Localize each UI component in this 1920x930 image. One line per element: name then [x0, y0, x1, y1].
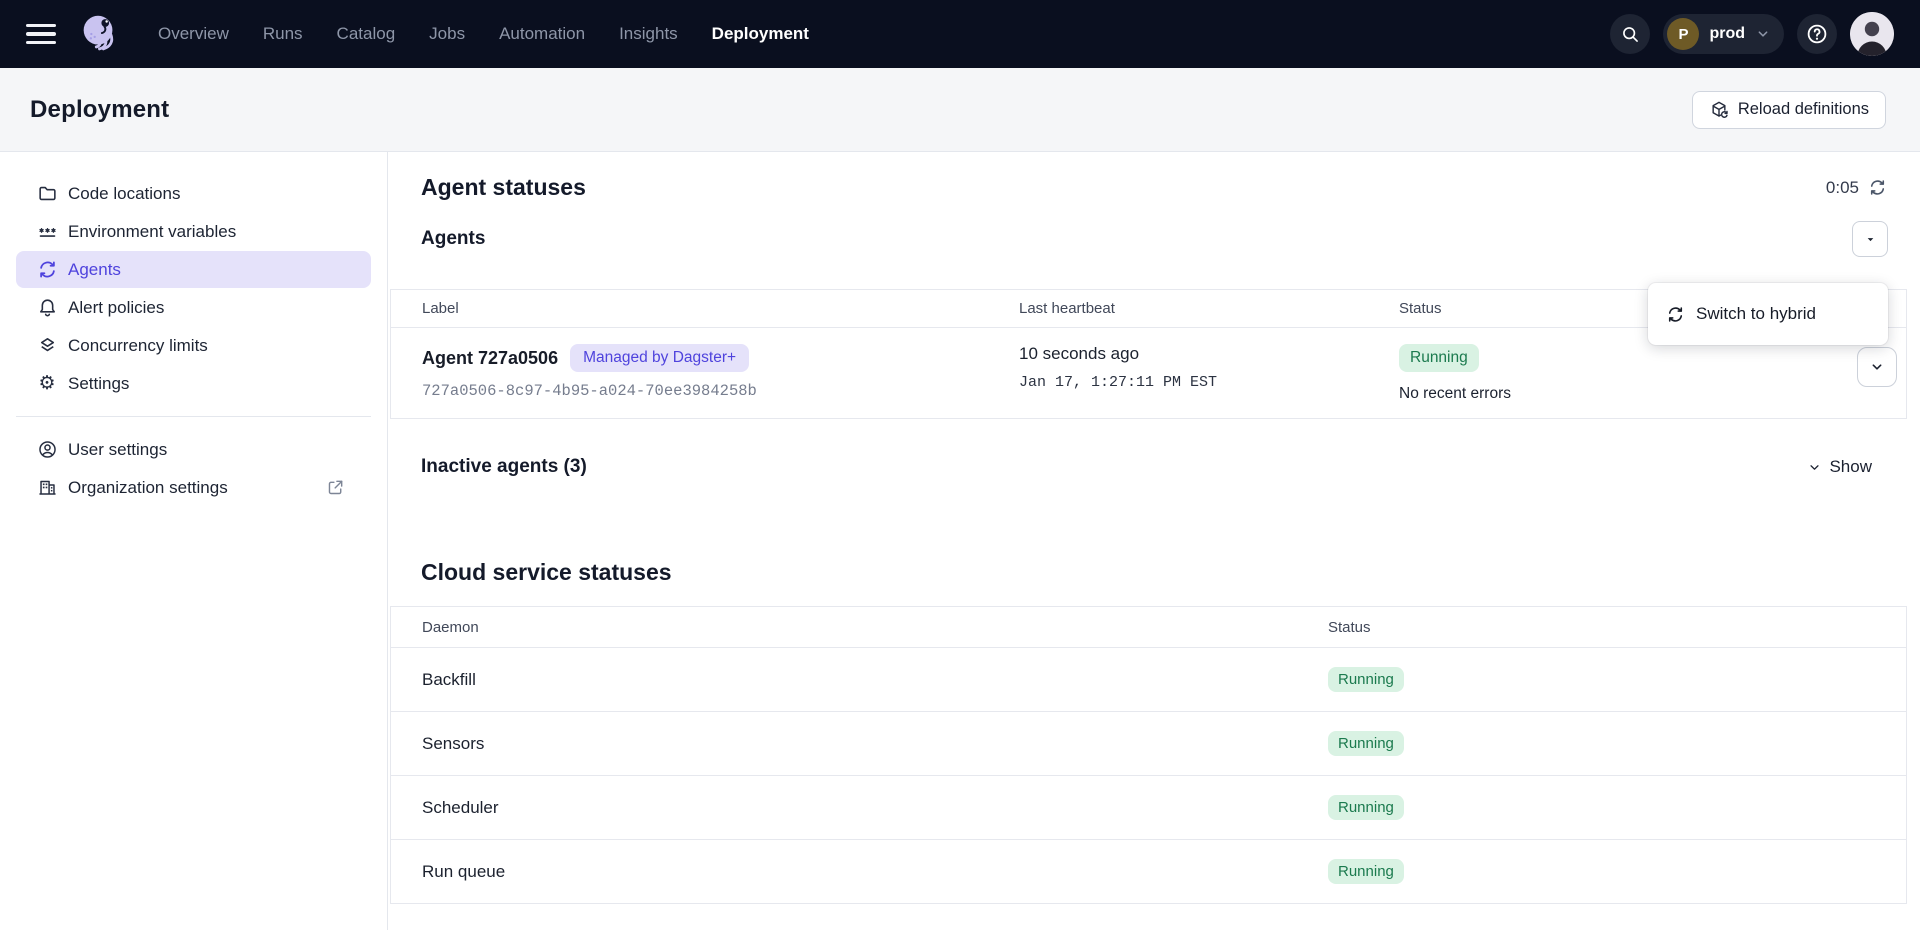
nav-link-automation[interactable]: Automation	[499, 24, 585, 44]
sidebar-divider	[16, 416, 371, 417]
agent-name: Agent 727a0506	[422, 348, 558, 369]
layers-icon	[36, 335, 58, 356]
column-header-label: Label	[391, 290, 1003, 327]
agents-subheader: Agents	[421, 217, 1907, 261]
main-content: Agent statuses 0:05 Agents	[388, 152, 1920, 930]
agent-statuses-title: Agent statuses	[421, 174, 586, 201]
column-header-daemon: Daemon	[391, 607, 1312, 647]
agent-swap-icon	[36, 259, 58, 280]
inactive-agents-row: Inactive agents (3) Show	[421, 447, 1907, 487]
sidebar-item-label: Settings	[68, 374, 129, 394]
top-nav: Overview Runs Catalog Jobs Automation In…	[0, 0, 1920, 68]
status-badge: Running	[1328, 731, 1404, 756]
cloud-services-table: Daemon Status Backfill Running Sensors R…	[390, 606, 1907, 904]
daemon-row-backfill: Backfill Running	[391, 647, 1906, 711]
nav-link-jobs[interactable]: Jobs	[429, 24, 465, 44]
inactive-agents-show-toggle[interactable]: Show	[1807, 457, 1872, 477]
agent-id: 727a0506-8c97-4b95-a024-70ee3984258b	[422, 382, 987, 418]
help-icon	[1805, 22, 1829, 46]
sidebar-item-organization-settings[interactable]: Organization settings	[16, 469, 371, 506]
building-icon	[36, 477, 58, 498]
sidebar-item-code-locations[interactable]: Code locations	[16, 175, 371, 212]
sidebar-item-label: Concurrency limits	[68, 336, 208, 356]
reload-definitions-button[interactable]: Reload definitions	[1692, 91, 1886, 129]
sidebar-item-label: Alert policies	[68, 298, 164, 318]
sidebar-item-settings[interactable]: ⚙ Settings	[16, 365, 371, 402]
user-avatar[interactable]	[1850, 12, 1894, 56]
primary-nav: Overview Runs Catalog Jobs Automation In…	[158, 24, 809, 44]
sidebar-item-concurrency-limits[interactable]: Concurrency limits	[16, 327, 371, 364]
sidebar-item-label: Agents	[68, 260, 121, 280]
column-header-last-heartbeat: Last heartbeat	[1003, 290, 1383, 327]
status-badge: Running	[1399, 344, 1479, 372]
chevron-down-icon	[1869, 359, 1885, 375]
status-badge: Running	[1328, 667, 1404, 692]
daemon-name: Sensors	[391, 712, 1312, 775]
status-badge: Running	[1328, 859, 1404, 884]
env-vars-icon	[36, 221, 58, 242]
bell-icon	[36, 297, 58, 318]
refresh-icon[interactable]	[1868, 178, 1887, 197]
settings-sidebar: Code locations Environment variables	[0, 152, 388, 930]
sidebar-item-agents[interactable]: Agents	[16, 251, 371, 288]
show-label: Show	[1829, 457, 1872, 477]
help-button[interactable]	[1797, 14, 1837, 54]
daemon-row-sensors: Sensors Running	[391, 711, 1906, 775]
nav-link-insights[interactable]: Insights	[619, 24, 678, 44]
sidebar-item-label: Code locations	[68, 184, 180, 204]
user-icon	[36, 439, 58, 460]
agent-swap-icon	[1666, 305, 1685, 324]
agent-statuses-header: Agent statuses 0:05	[421, 174, 1907, 201]
managed-badge: Managed by Dagster+	[570, 344, 749, 372]
heartbeat-timestamp: Jan 17, 1:27:11 PM EST	[1019, 374, 1367, 391]
caret-down-icon	[1864, 233, 1877, 246]
agent-row-expand-button[interactable]	[1857, 347, 1897, 387]
inactive-agents-label: Inactive agents (3)	[421, 456, 587, 478]
sidebar-item-alert-policies[interactable]: Alert policies	[16, 289, 371, 326]
status-note: No recent errors	[1399, 385, 1511, 403]
agent-actions-dropdown-button[interactable]	[1852, 221, 1888, 257]
menu-item-label: Switch to hybrid	[1696, 304, 1816, 324]
daemon-name: Backfill	[391, 648, 1312, 711]
sidebar-item-environment-variables[interactable]: Environment variables	[16, 213, 371, 250]
cloud-table-header: Daemon Status	[391, 607, 1906, 647]
deployment-switcher[interactable]: P prod	[1663, 14, 1784, 54]
deployment-name: prod	[1709, 25, 1745, 43]
folder-icon	[36, 183, 58, 204]
sidebar-item-label: Environment variables	[68, 222, 236, 242]
search-button[interactable]	[1610, 14, 1650, 54]
menu-item-switch-to-hybrid[interactable]: Switch to hybrid	[1648, 293, 1888, 335]
reload-definitions-label: Reload definitions	[1738, 100, 1869, 119]
daemon-row-scheduler: Scheduler Running	[391, 775, 1906, 839]
nav-right-cluster: P prod	[1610, 12, 1894, 56]
chevron-down-icon	[1807, 460, 1822, 475]
nav-link-overview[interactable]: Overview	[158, 24, 229, 44]
search-icon	[1620, 24, 1640, 44]
chevron-down-icon	[1755, 26, 1771, 42]
deployment-avatar: P	[1667, 18, 1699, 50]
status-badge: Running	[1328, 795, 1404, 820]
cloud-service-statuses-title: Cloud service statuses	[421, 559, 1907, 586]
nav-link-runs[interactable]: Runs	[263, 24, 303, 44]
sidebar-item-user-settings[interactable]: User settings	[16, 431, 371, 468]
package-reload-icon	[1709, 100, 1729, 120]
page-title: Deployment	[30, 96, 169, 124]
daemon-name: Scheduler	[391, 776, 1312, 839]
external-link-icon	[326, 478, 345, 497]
sidebar-item-label: Organization settings	[68, 478, 228, 498]
gear-icon: ⚙	[36, 374, 58, 393]
agents-subtitle: Agents	[421, 228, 485, 250]
nav-link-deployment[interactable]: Deployment	[712, 24, 809, 44]
dagster-logo[interactable]	[76, 11, 122, 57]
column-header-status: Status	[1312, 607, 1906, 647]
refresh-countdown: 0:05	[1826, 178, 1859, 198]
page-header: Deployment Reload definitions	[0, 68, 1920, 152]
daemon-row-run-queue: Run queue Running	[391, 839, 1906, 903]
nav-link-catalog[interactable]: Catalog	[337, 24, 396, 44]
agent-actions-menu: Switch to hybrid	[1648, 283, 1888, 345]
sidebar-item-label: User settings	[68, 440, 167, 460]
heartbeat-relative: 10 seconds ago	[1019, 344, 1367, 364]
hamburger-icon[interactable]	[26, 24, 56, 45]
daemon-name: Run queue	[391, 840, 1312, 903]
